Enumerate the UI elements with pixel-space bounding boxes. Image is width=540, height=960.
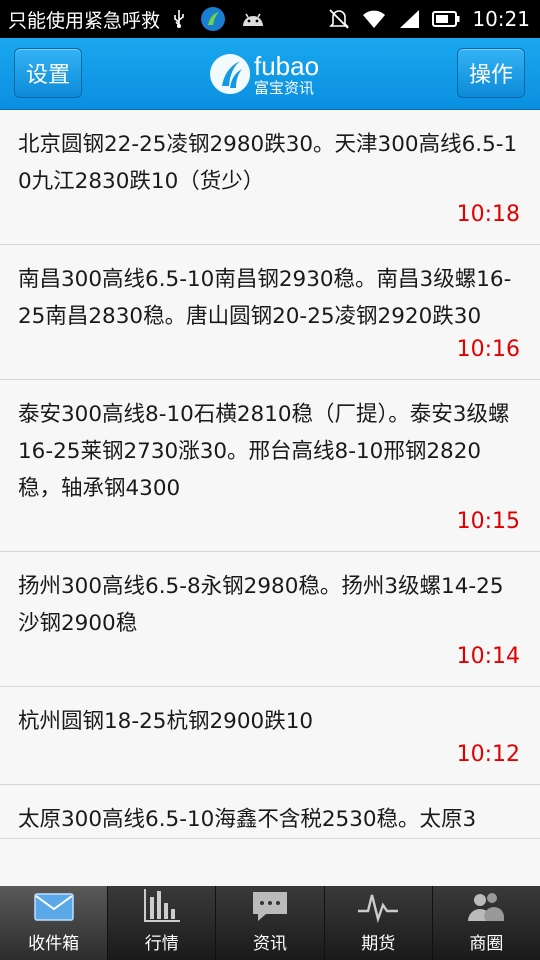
pulse-icon [358,894,399,923]
logo-english: fubao [254,50,320,81]
message-time: 10:12 [456,742,520,767]
app-header: 设置 fubao 富宝资讯 操作 [0,38,540,110]
message-list[interactable]: 北京圆钢22-25凌钢2980跌30。天津300高线6.5-10九江2830跌1… [0,110,540,886]
wifi-icon [363,10,386,28]
tab-circle[interactable]: 商圈 [433,886,540,960]
list-item[interactable]: 南昌300高线6.5-10南昌钢2930稳。南昌3级螺16-25南昌2830稳。… [0,245,540,380]
fubao-logo-icon [210,54,250,94]
list-item[interactable]: 泰安300高线8-10石横2810稳（厂提）。泰安3级螺16-25莱钢2730涨… [0,380,540,552]
android-icon [243,13,264,26]
message-text: 扬州300高线6.5-8永钢2980稳。扬州3级螺14-25沙钢2900稳 [18,574,504,636]
chat-bubble-icon [253,892,287,921]
message-text: 杭州圆钢18-25杭钢2900跌10 [18,709,314,734]
message-time: 10:18 [456,202,520,227]
tab-inbox[interactable]: 收件箱 [0,886,109,960]
usb-icon [174,10,184,28]
status-clock: 10:21 [472,7,530,31]
mute-icon [329,9,350,29]
status-bar: 只能使用紧急呼救 10:21 [0,0,540,38]
message-text: 太原300高线6.5-10海鑫不含税2530稳。太原3 [18,807,477,832]
action-button[interactable]: 操作 [457,48,525,98]
tab-label: 期货 [361,934,396,954]
list-item[interactable]: 太原300高线6.5-10海鑫不含税2530稳。太原3 [0,785,540,839]
message-text: 北京圆钢22-25凌钢2980跌30。天津300高线6.5-10九江2830跌1… [18,132,518,194]
fubao-logo: fubao 富宝资讯 [210,46,330,102]
carrier-text: 只能使用紧急呼救 [8,9,161,32]
bar-chart-icon [143,889,180,922]
bottom-tab-bar: 收件箱 行情 资讯 期货 商圈 [0,886,540,960]
settings-button[interactable]: 设置 [14,48,82,98]
envelope-icon [33,893,74,921]
message-time: 10:15 [456,509,520,534]
message-time: 10:16 [456,337,520,362]
tab-label: 收件箱 [28,934,80,954]
message-text: 南昌300高线6.5-10南昌钢2930稳。南昌3级螺16-25南昌2830稳。… [18,267,512,329]
app-notification-icon [201,7,226,31]
tab-market[interactable]: 行情 [108,886,217,960]
logo-chinese: 富宝资讯 [254,78,315,97]
battery-icon [432,11,460,27]
people-icon [468,893,505,921]
list-item[interactable]: 扬州300高线6.5-8永钢2980稳。扬州3级螺14-25沙钢2900稳 10… [0,552,540,687]
list-item[interactable]: 北京圆钢22-25凌钢2980跌30。天津300高线6.5-10九江2830跌1… [0,110,540,245]
tab-label: 资讯 [253,934,287,954]
tab-news[interactable]: 资讯 [216,886,325,960]
message-text: 泰安300高线8-10石横2810稳（厂提）。泰安3级螺16-25莱钢2730涨… [18,402,510,501]
tab-label: 商圈 [469,934,504,954]
list-item[interactable]: 杭州圆钢18-25杭钢2900跌10 10:12 [0,687,540,785]
signal-icon [400,10,420,28]
message-time: 10:14 [456,644,520,669]
tab-futures[interactable]: 期货 [325,886,433,960]
tab-label: 行情 [144,934,179,954]
